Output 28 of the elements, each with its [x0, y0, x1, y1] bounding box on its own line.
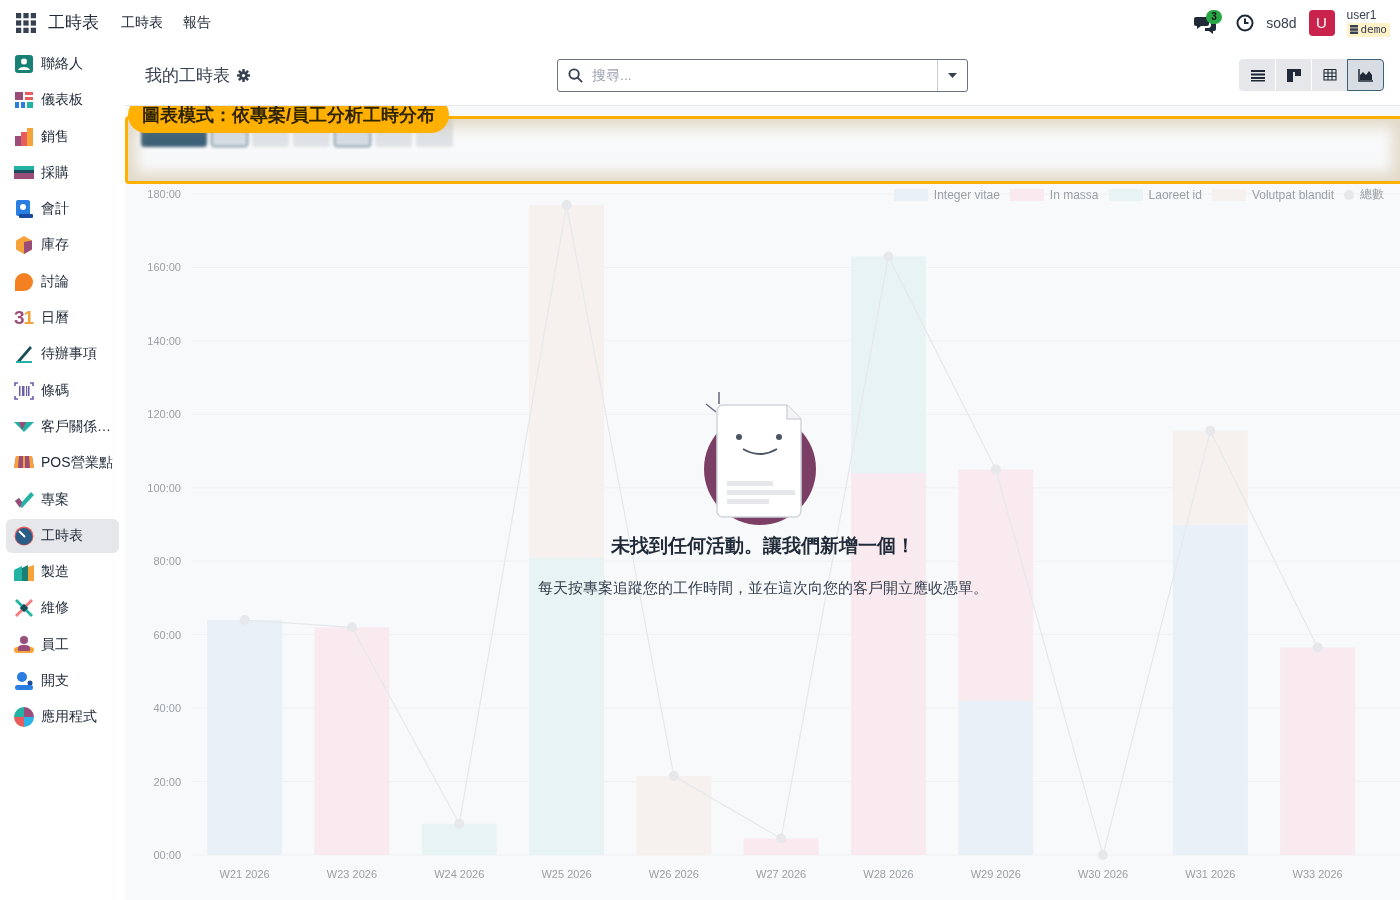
- database-name: demo: [1360, 22, 1387, 37]
- axis-tick-label: 00:00: [153, 849, 181, 861]
- axis-tick-label: W30 2026: [1077, 868, 1129, 880]
- page-title: 我的工時表: [145, 64, 230, 87]
- empty-state-text: 每天按專案追蹤您的工作時間，並在這次向您的客戶開立應收憑單。: [537, 579, 988, 598]
- axis-tick-label: 80:00: [153, 555, 181, 568]
- axis-tick-label: 40:00: [153, 702, 181, 715]
- empty-state-title: 未找到任何活動。讓我們新增一個！: [610, 534, 915, 558]
- axis-tick-label: W26 2026: [648, 868, 699, 880]
- axis-tick-label: W24 2026: [434, 868, 485, 880]
- axis-tick-label: W23 2026: [326, 868, 378, 880]
- user-name: user1: [1346, 8, 1378, 22]
- axis-tick-label: W33 2026: [1292, 868, 1343, 880]
- axis-tick-label: W29 2026: [970, 868, 1021, 880]
- axis-tick-label: W25 2026: [541, 868, 592, 880]
- axis-tick-label: W21 2026: [219, 868, 270, 880]
- axis-tick-label: 140:00: [147, 334, 181, 347]
- axis-tick-label: 100:00: [147, 481, 181, 494]
- axis-tick-label: 60:00: [153, 628, 181, 641]
- axis-tick-label: W28 2026: [863, 868, 914, 880]
- axis-tick-label: 120:00: [147, 408, 181, 421]
- axis-tick-label: 20:00: [153, 775, 181, 788]
- message-count-badge: 3: [1206, 9, 1222, 24]
- callout-label: 圖表模式：依專案/員工分析工時分布: [128, 106, 449, 133]
- axis-tick-label: W31 2026: [1185, 868, 1236, 880]
- axis-tick-label: 180:00: [147, 188, 181, 200]
- axis-tick-label: 160:00: [147, 261, 181, 274]
- axis-tick-label: W27 2026: [756, 868, 807, 880]
